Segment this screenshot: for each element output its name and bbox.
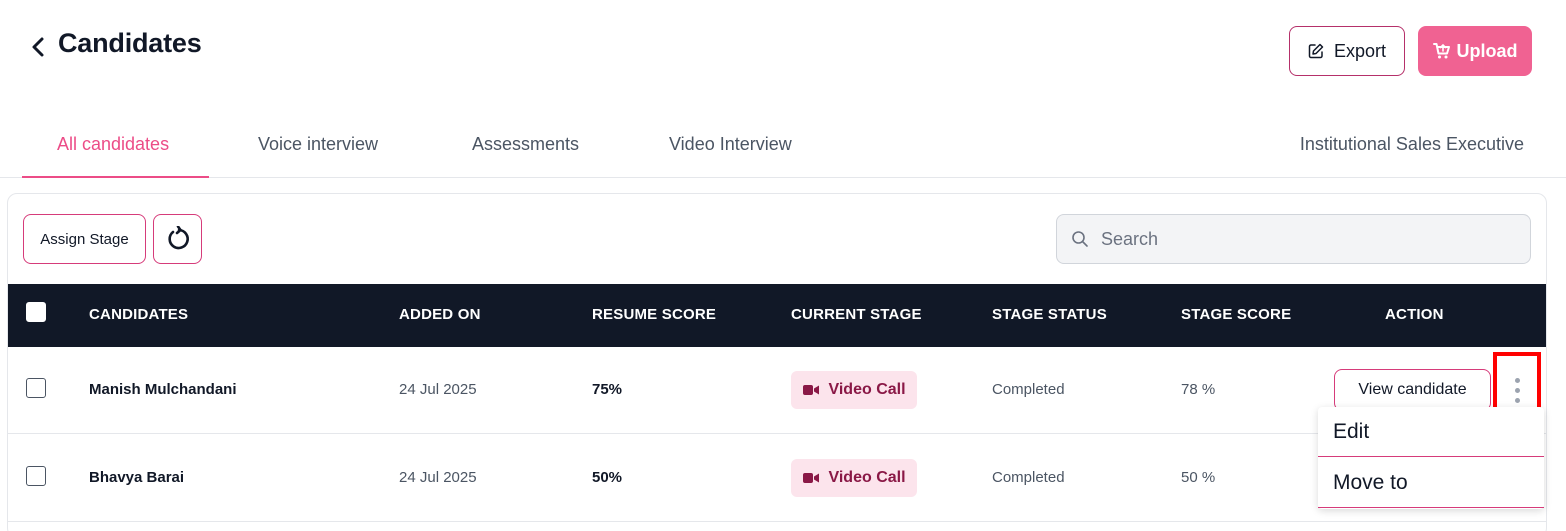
tab-voice-interview[interactable]: Voice interview bbox=[258, 134, 378, 155]
edit-icon bbox=[1308, 43, 1324, 59]
column-header-stage-status[interactable]: STAGE STATUS bbox=[992, 306, 1107, 323]
menu-item-move-to[interactable]: Move to bbox=[1318, 458, 1544, 508]
table-row: Bhavya Barai 24 Jul 2025 50% Video Call … bbox=[8, 435, 1546, 522]
resume-score: 50% bbox=[592, 469, 623, 486]
cart-upload-icon bbox=[1432, 43, 1450, 59]
search-icon bbox=[1072, 231, 1088, 247]
upload-label: Upload bbox=[1456, 40, 1518, 61]
table-row: Manish Mulchandani 24 Jul 2025 75% Video… bbox=[8, 347, 1546, 434]
video-camera-icon bbox=[803, 385, 820, 395]
active-tab-indicator bbox=[22, 176, 209, 178]
search-input[interactable] bbox=[1101, 228, 1521, 250]
stage-status: Completed bbox=[992, 469, 1065, 486]
tab-assessments[interactable]: Assessments bbox=[472, 134, 579, 155]
stage-score: 50 % bbox=[1181, 469, 1216, 486]
page-title: Candidates bbox=[58, 28, 202, 58]
added-on: 24 Jul 2025 bbox=[399, 381, 477, 398]
kebab-dot-icon bbox=[1514, 397, 1520, 403]
kebab-dot-icon bbox=[1514, 387, 1520, 393]
export-label: Export bbox=[1333, 40, 1387, 61]
row-checkbox[interactable] bbox=[26, 466, 46, 486]
search-box[interactable] bbox=[1056, 214, 1531, 264]
stage-status: Completed bbox=[992, 381, 1065, 398]
tab-bar: All candidates Voice interview Assessmen… bbox=[0, 110, 1566, 178]
menu-item-edit[interactable]: Edit bbox=[1318, 407, 1544, 457]
stage-badge: Video Call bbox=[791, 459, 917, 497]
row-checkbox[interactable] bbox=[26, 378, 46, 398]
row-actions-menu: Edit Move to bbox=[1318, 407, 1544, 509]
job-title: Institutional Sales Executive bbox=[1299, 134, 1524, 154]
column-header-action: ACTION bbox=[1385, 306, 1444, 323]
kebab-dot-icon bbox=[1514, 377, 1520, 383]
stage-badge: Video Call bbox=[791, 371, 917, 409]
refresh-icon bbox=[167, 226, 189, 250]
view-candidate-button[interactable]: View candidate bbox=[1334, 369, 1491, 411]
assign-stage-button[interactable]: Assign Stage bbox=[23, 214, 146, 264]
column-header-current-stage[interactable]: CURRENT STAGE bbox=[791, 306, 922, 323]
candidate-name: Manish Mulchandani bbox=[89, 381, 237, 398]
back-chevron-icon[interactable] bbox=[28, 34, 48, 60]
tab-all-candidates[interactable]: All candidates bbox=[57, 134, 169, 155]
upload-button[interactable]: Upload bbox=[1418, 26, 1532, 76]
page-header: Candidates Export Upload bbox=[0, 0, 1566, 110]
added-on: 24 Jul 2025 bbox=[399, 469, 477, 486]
tab-video-interview[interactable]: Video Interview bbox=[669, 134, 792, 155]
candidate-name: Bhavya Barai bbox=[89, 469, 185, 486]
stage-label: Video Call bbox=[828, 469, 906, 486]
table-header: CANDIDATES ADDED ON RESUME SCORE CURRENT… bbox=[8, 284, 1546, 347]
stage-label: Video Call bbox=[828, 381, 906, 398]
video-camera-icon bbox=[803, 473, 820, 483]
stage-score: 78 % bbox=[1181, 381, 1216, 398]
refresh-button[interactable] bbox=[153, 214, 202, 264]
column-header-stage-score[interactable]: STAGE SCORE bbox=[1181, 306, 1291, 323]
export-button[interactable]: Export bbox=[1289, 26, 1405, 76]
resume-score: 75% bbox=[592, 381, 623, 398]
column-header-added-on[interactable]: ADDED ON bbox=[399, 306, 481, 323]
select-all-checkbox[interactable] bbox=[26, 302, 46, 322]
column-header-resume-score[interactable]: RESUME SCORE bbox=[592, 306, 716, 323]
column-header-candidates[interactable]: CANDIDATES bbox=[89, 306, 188, 323]
